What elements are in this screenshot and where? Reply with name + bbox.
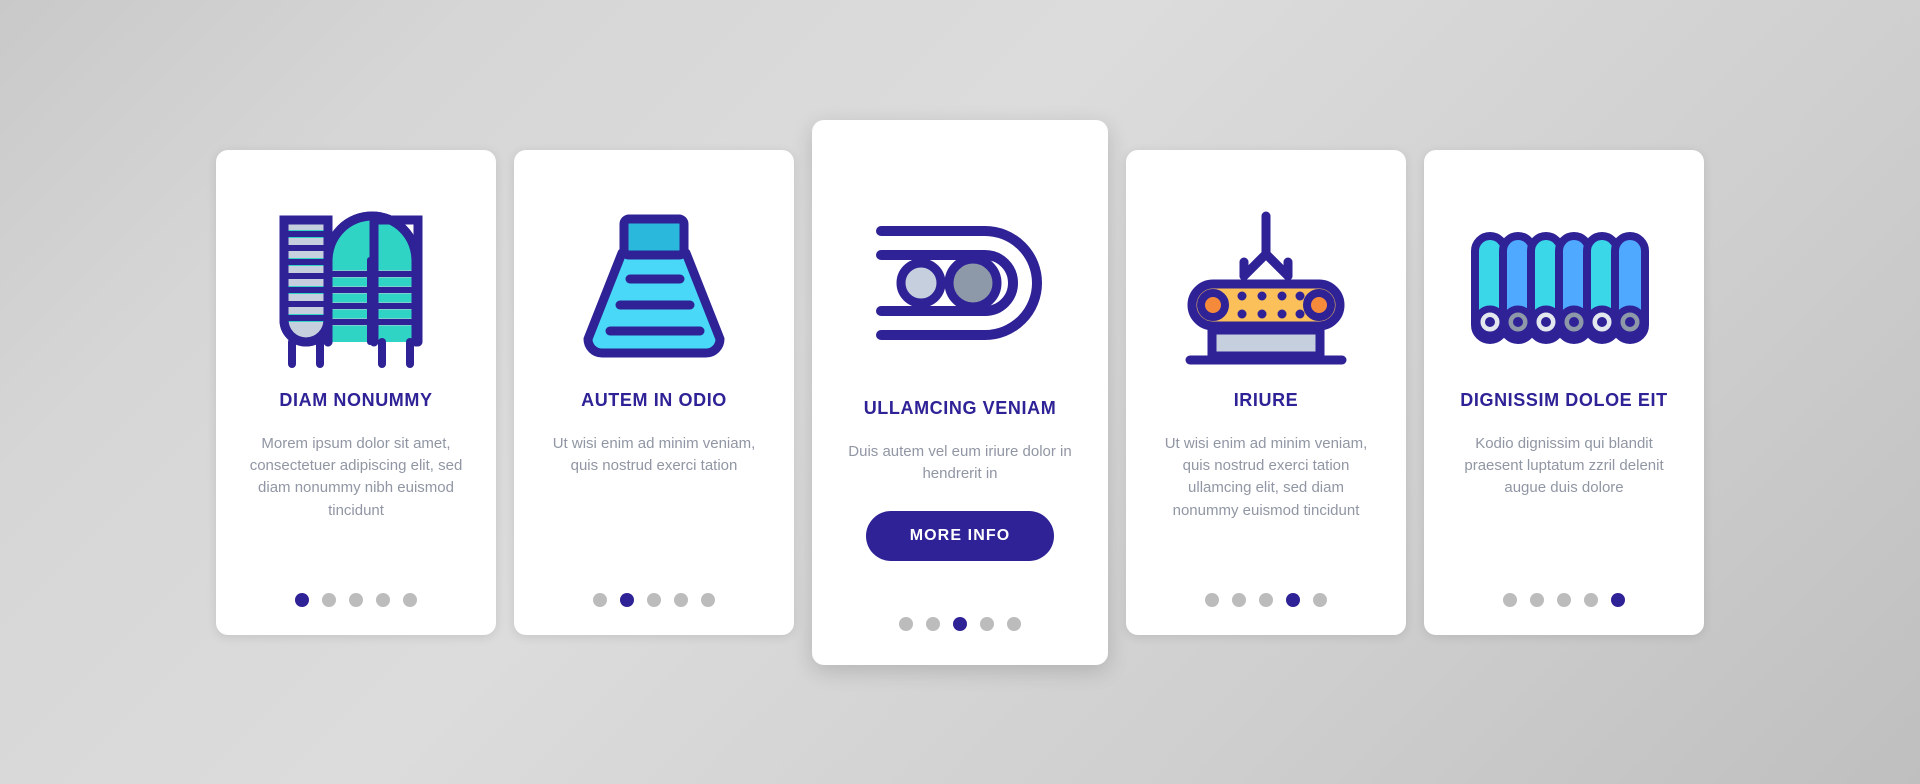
card-title: AUTEM IN ODIO <box>581 389 727 410</box>
icon-roller-bars <box>1444 190 1684 390</box>
pagination-dot[interactable] <box>1259 592 1273 607</box>
pagination-dot[interactable] <box>1530 592 1544 607</box>
pagination-dot[interactable] <box>1007 616 1021 631</box>
pagination-dot[interactable] <box>1503 592 1517 607</box>
pagination-dot[interactable] <box>1232 592 1246 607</box>
conveyor-belt-loop-icon <box>875 225 1042 340</box>
pagination-dot-active[interactable] <box>620 592 634 607</box>
onboarding-card-3[interactable]: ULLAMCING VENIAM Duis autem vel eum iriu… <box>812 119 1108 665</box>
icon-coiled-heating-element <box>236 190 476 390</box>
onboarding-card-deck: DIAM NONUMMY Morem ipsum dolor sit amet,… <box>0 0 1920 784</box>
pagination-dot[interactable] <box>1205 592 1219 607</box>
onboarding-card-1[interactable]: DIAM NONUMMY Morem ipsum dolor sit amet,… <box>216 149 496 635</box>
pagination-dot[interactable] <box>322 592 336 607</box>
pagination-dot-active[interactable] <box>953 616 967 631</box>
pagination-dot-active[interactable] <box>295 592 309 607</box>
pagination-dots[interactable] <box>1503 592 1625 607</box>
card-body: Ut wisi enim ad minim veniam, quis nostr… <box>1164 435 1368 519</box>
pagination-dot[interactable] <box>899 616 913 631</box>
onboarding-card-5[interactable]: DIGNISSIM DOLOE EIT Kodio dignissim qui … <box>1424 149 1704 635</box>
pagination-dot[interactable] <box>349 592 363 607</box>
pagination-dot[interactable] <box>701 592 715 607</box>
pagination-dots[interactable] <box>899 616 1021 631</box>
more-info-button[interactable]: MORE INFO <box>865 511 1055 562</box>
card-body: Duis autem vel eum iriure dolor in hendr… <box>848 443 1072 483</box>
card-title: ULLAMCING VENIAM <box>863 397 1057 418</box>
pagination-dot[interactable] <box>647 592 661 607</box>
card-body: Morem ipsum dolor sit amet, consectetuer… <box>249 435 463 519</box>
card-title: DIAM NONUMMY <box>279 389 433 410</box>
pagination-dots[interactable] <box>593 592 715 607</box>
pagination-dot[interactable] <box>674 592 688 607</box>
icon-conveyor-belt-loop <box>832 168 1088 398</box>
card-body: Kodio dignissim qui blandit praesent lup… <box>1464 435 1664 497</box>
pagination-dot[interactable] <box>1557 592 1571 607</box>
card-body: Ut wisi enim ad minim veniam, quis nostr… <box>552 435 756 475</box>
pagination-dot[interactable] <box>376 592 390 607</box>
pagination-dot-active[interactable] <box>1611 592 1625 607</box>
onboarding-card-4[interactable]: IRIURE Ut wisi enim ad minim veniam, qui… <box>1126 149 1406 635</box>
pagination-dot[interactable] <box>926 616 940 631</box>
pagination-dot-active[interactable] <box>1286 592 1300 607</box>
roller-bars-icon <box>1471 231 1649 344</box>
icon-hopper-funnel <box>534 190 774 390</box>
hopper-funnel-icon <box>583 214 725 358</box>
pagination-dots[interactable] <box>1205 592 1327 607</box>
pagination-dot[interactable] <box>593 592 607 607</box>
pagination-dot[interactable] <box>1584 592 1598 607</box>
pagination-dot[interactable] <box>980 616 994 631</box>
pagination-dot[interactable] <box>403 592 417 607</box>
onboarding-card-2[interactable]: AUTEM IN ODIO Ut wisi enim ad minim veni… <box>514 149 794 635</box>
pagination-dot[interactable] <box>1313 592 1327 607</box>
card-title: DIGNISSIM DOLOE EIT <box>1460 389 1668 410</box>
pagination-dots[interactable] <box>295 592 417 607</box>
icon-robotic-claw-conveyor <box>1146 190 1386 390</box>
coiled-heating-element-icon <box>279 211 423 368</box>
card-title: IRIURE <box>1233 389 1299 410</box>
robotic-claw-conveyor-icon <box>1185 211 1347 364</box>
